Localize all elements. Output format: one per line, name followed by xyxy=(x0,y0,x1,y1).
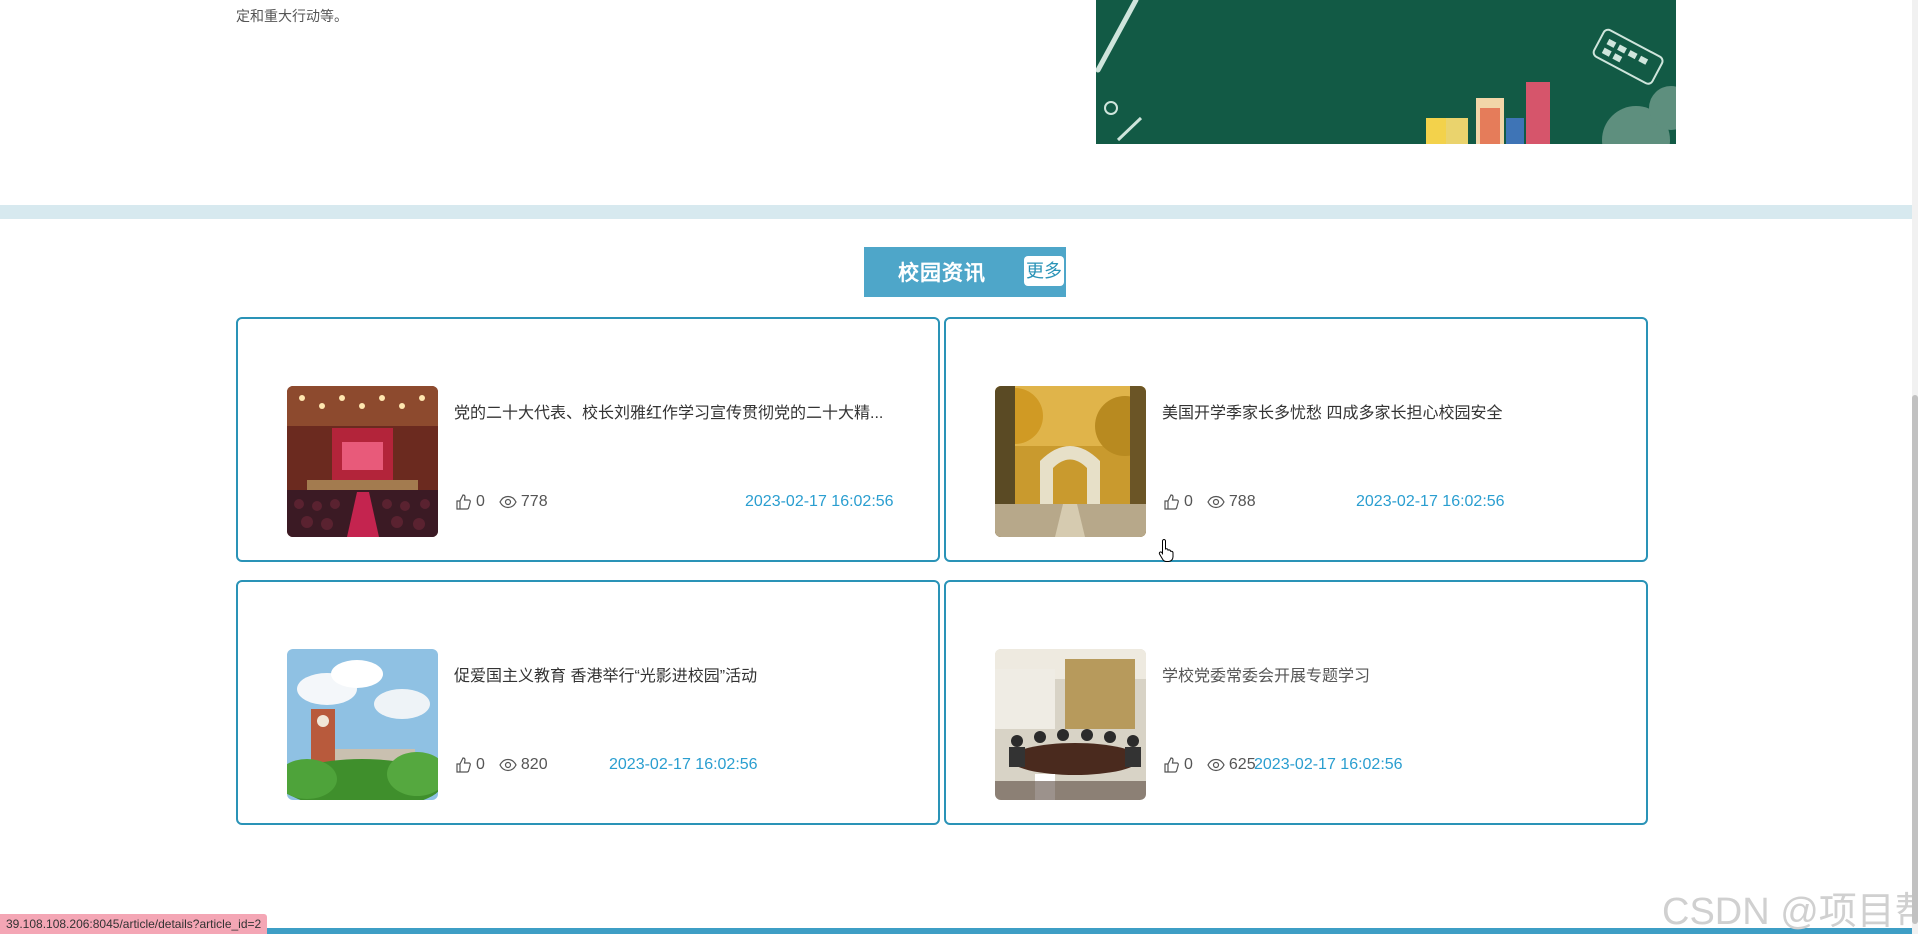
thumbs-up-icon[interactable] xyxy=(454,493,472,511)
thumbs-up-icon[interactable] xyxy=(454,756,472,774)
article-date: 2023-02-17 16:02:56 xyxy=(1254,756,1403,773)
article-meta: 0 778 xyxy=(454,493,548,511)
article-date: 2023-02-17 16:02:56 xyxy=(1356,493,1505,510)
chalkboard-banner-image xyxy=(1096,0,1676,144)
like-count: 0 xyxy=(1184,493,1193,510)
article-card[interactable]: 学校党委常委会开展专题学习 0 625 2023-02-17 16:02:56 xyxy=(944,580,1648,825)
view-count: 820 xyxy=(520,756,548,773)
watermark: CSDN @项目帮 xyxy=(1662,891,1918,933)
article-date: 2023-02-17 16:02:56 xyxy=(609,756,758,773)
view-count: 625 xyxy=(1228,756,1256,773)
thumbs-up-icon[interactable] xyxy=(1162,493,1180,511)
eye-icon xyxy=(499,493,517,511)
section-divider xyxy=(0,205,1912,219)
like-count: 0 xyxy=(476,756,485,773)
article-card[interactable]: 美国开学季家长多忧愁 四成多家长担心校园安全 0 788 2023-02-17 … xyxy=(944,317,1648,562)
article-title[interactable]: 促爱国主义教育 香港举行“光影进校园”活动 xyxy=(454,662,894,686)
scrollbar-thumb[interactable] xyxy=(1912,395,1918,924)
article-card[interactable]: 促爱国主义教育 香港举行“光影进校园”活动 0 820 2023-02-17 1… xyxy=(236,580,940,825)
section-header: 校园资讯 更多 xyxy=(864,247,1066,297)
eye-icon xyxy=(499,756,517,774)
like-count: 0 xyxy=(476,493,485,510)
article-meta: 0 625 xyxy=(1162,756,1256,774)
article-meta: 0 788 xyxy=(1162,493,1256,511)
intro-text-fragment: 定和重大行动等。 xyxy=(236,8,348,24)
article-thumbnail[interactable] xyxy=(287,649,438,800)
article-card[interactable]: 党的二十大代表、校长刘雅红作学习宣传贯彻党的二十大精... 0 778 2023… xyxy=(236,317,940,562)
like-count: 0 xyxy=(1184,756,1193,773)
section-title: 校园资讯 xyxy=(898,262,986,285)
article-thumbnail[interactable] xyxy=(995,386,1146,537)
eye-icon xyxy=(1207,493,1225,511)
article-title[interactable]: 党的二十大代表、校长刘雅红作学习宣传贯彻党的二十大精... xyxy=(454,399,894,423)
article-thumbnail[interactable] xyxy=(995,649,1146,800)
hand-cursor-icon xyxy=(1158,538,1176,567)
more-button[interactable]: 更多 xyxy=(1024,256,1064,286)
article-thumbnail[interactable] xyxy=(287,386,438,537)
article-date: 2023-02-17 16:02:56 xyxy=(745,493,894,510)
thumbs-up-icon[interactable] xyxy=(1162,756,1180,774)
article-title[interactable]: 美国开学季家长多忧愁 四成多家长担心校园安全 xyxy=(1162,399,1602,423)
article-title[interactable]: 学校党委常委会开展专题学习 xyxy=(1162,662,1602,686)
view-count: 788 xyxy=(1228,493,1256,510)
eye-icon xyxy=(1207,756,1225,774)
article-meta: 0 820 xyxy=(454,756,548,774)
view-count: 778 xyxy=(520,493,548,510)
status-bar-url: 39.108.108.206:8045/article/details?arti… xyxy=(0,914,268,934)
footer-bar xyxy=(0,928,1912,934)
